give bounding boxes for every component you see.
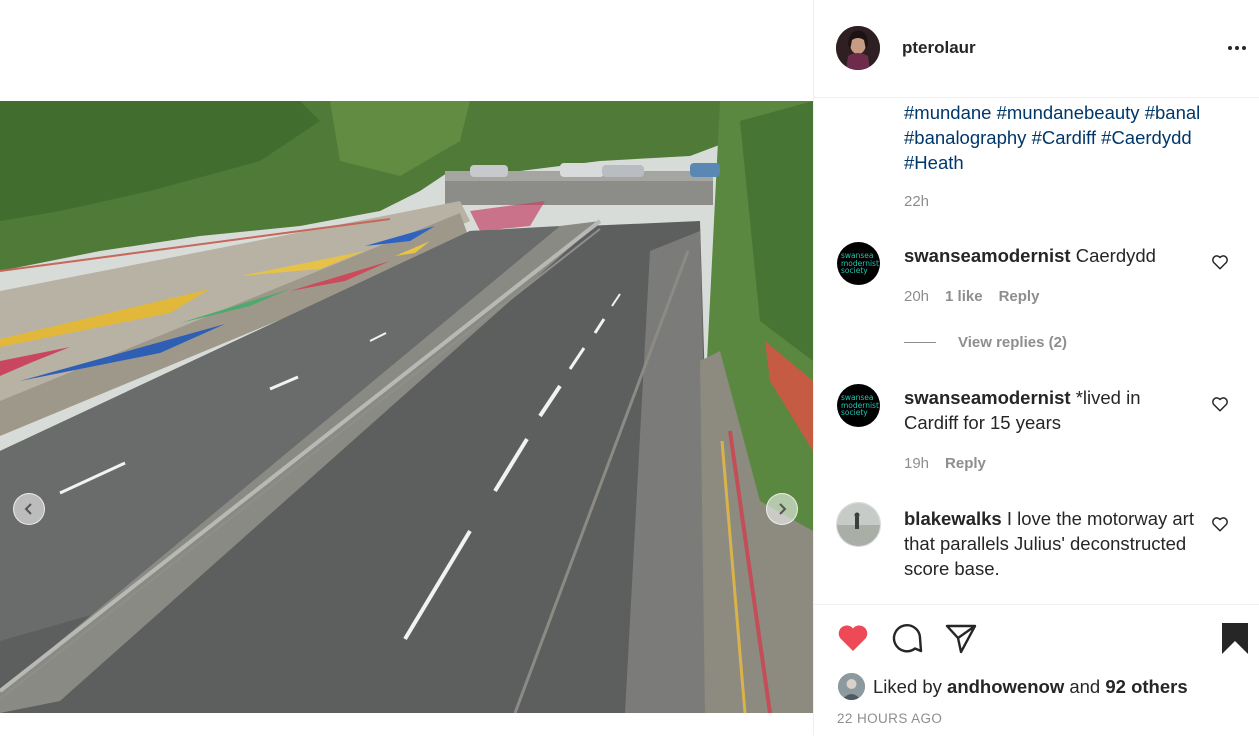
reply-button[interactable]: Reply bbox=[945, 455, 986, 472]
post-actions: Liked by andhowenow and 92 others 22 HOU… bbox=[814, 604, 1259, 736]
more-options-button[interactable] bbox=[1224, 36, 1250, 60]
comment-time: 19h bbox=[904, 455, 930, 472]
reply-button[interactable]: Reply bbox=[999, 288, 1040, 305]
carousel-next-button[interactable] bbox=[766, 493, 798, 525]
comment-like-heart-icon[interactable] bbox=[1211, 253, 1229, 271]
post-timestamp[interactable]: 22 HOURS AGO bbox=[837, 711, 942, 726]
comment-icon[interactable] bbox=[890, 621, 924, 655]
comment-time: 20h bbox=[904, 288, 930, 305]
photo-panel bbox=[0, 0, 813, 735]
comment-like-heart-icon[interactable] bbox=[1211, 395, 1229, 413]
liked-by-and: and bbox=[1069, 675, 1101, 697]
hashtag-link[interactable]: #Cardiff bbox=[1032, 127, 1096, 148]
comment-like-heart-icon[interactable] bbox=[1211, 515, 1229, 533]
caption-hashtags: #mundane #mundanebeauty #banal #banalogr… bbox=[904, 100, 1234, 175]
post-photo[interactable] bbox=[0, 101, 813, 713]
hashtag-link[interactable]: #mundane bbox=[904, 102, 991, 123]
comment-meta: 19h Reply bbox=[904, 455, 986, 472]
hashtag-link[interactable]: #mundanebeauty bbox=[997, 102, 1140, 123]
comment-username[interactable]: swanseamodernist bbox=[904, 387, 1071, 408]
heart-filled-icon[interactable] bbox=[836, 621, 870, 655]
comment-likes[interactable]: 1 like bbox=[945, 288, 983, 305]
paper-plane-icon[interactable] bbox=[944, 621, 978, 655]
hashtag-link[interactable]: #Caerdydd bbox=[1101, 127, 1192, 148]
commenter-avatar[interactable] bbox=[836, 502, 881, 547]
chevron-right-icon bbox=[779, 503, 787, 515]
liked-by-row: Liked by andhowenow and 92 others bbox=[838, 673, 1188, 700]
post-sidebar: pterolaur #mundane #mundanebeauty #banal… bbox=[813, 0, 1259, 735]
commenter-avatar[interactable]: swansea modernist society bbox=[837, 242, 880, 285]
comment-text: swanseamodernist Caerdydd bbox=[904, 243, 1194, 268]
comment-text: blakewalks I love the motorway art that … bbox=[904, 506, 1194, 581]
liked-by-prefix: Liked by bbox=[873, 675, 942, 697]
author-username[interactable]: pterolaur bbox=[902, 38, 976, 58]
comment-username[interactable]: blakewalks bbox=[904, 508, 1002, 529]
comment-username[interactable]: swanseamodernist bbox=[904, 245, 1071, 266]
carousel-prev-button[interactable] bbox=[13, 493, 45, 525]
liker-username[interactable]: andhowenow bbox=[947, 676, 1064, 698]
divider-line bbox=[904, 342, 936, 343]
bookmark-filled-icon[interactable] bbox=[1218, 621, 1252, 655]
commenter-avatar[interactable]: swansea modernist society bbox=[837, 384, 880, 427]
comment-meta: 20h 1 like Reply bbox=[904, 288, 1039, 305]
hashtag-link[interactable]: #banalography bbox=[904, 127, 1026, 148]
more-horizontal-icon bbox=[1228, 46, 1232, 50]
chevron-left-icon bbox=[24, 503, 32, 515]
others-count[interactable]: 92 others bbox=[1105, 676, 1187, 698]
hashtag-link[interactable]: #Heath bbox=[904, 152, 964, 173]
comments-section: #mundane #mundanebeauty #banal #banalogr… bbox=[814, 98, 1259, 603]
hashtag-link[interactable]: #banal bbox=[1145, 102, 1201, 123]
comment-content: Caerdydd bbox=[1075, 245, 1156, 266]
post-header: pterolaur bbox=[814, 0, 1259, 98]
author-avatar[interactable] bbox=[836, 26, 880, 70]
comment-text: swanseamodernist *lived in Cardiff for 1… bbox=[904, 385, 1194, 435]
view-replies-button[interactable]: View replies (2) bbox=[904, 334, 1067, 351]
caption-time: 22h bbox=[904, 193, 930, 210]
liker-avatar[interactable] bbox=[838, 673, 865, 700]
